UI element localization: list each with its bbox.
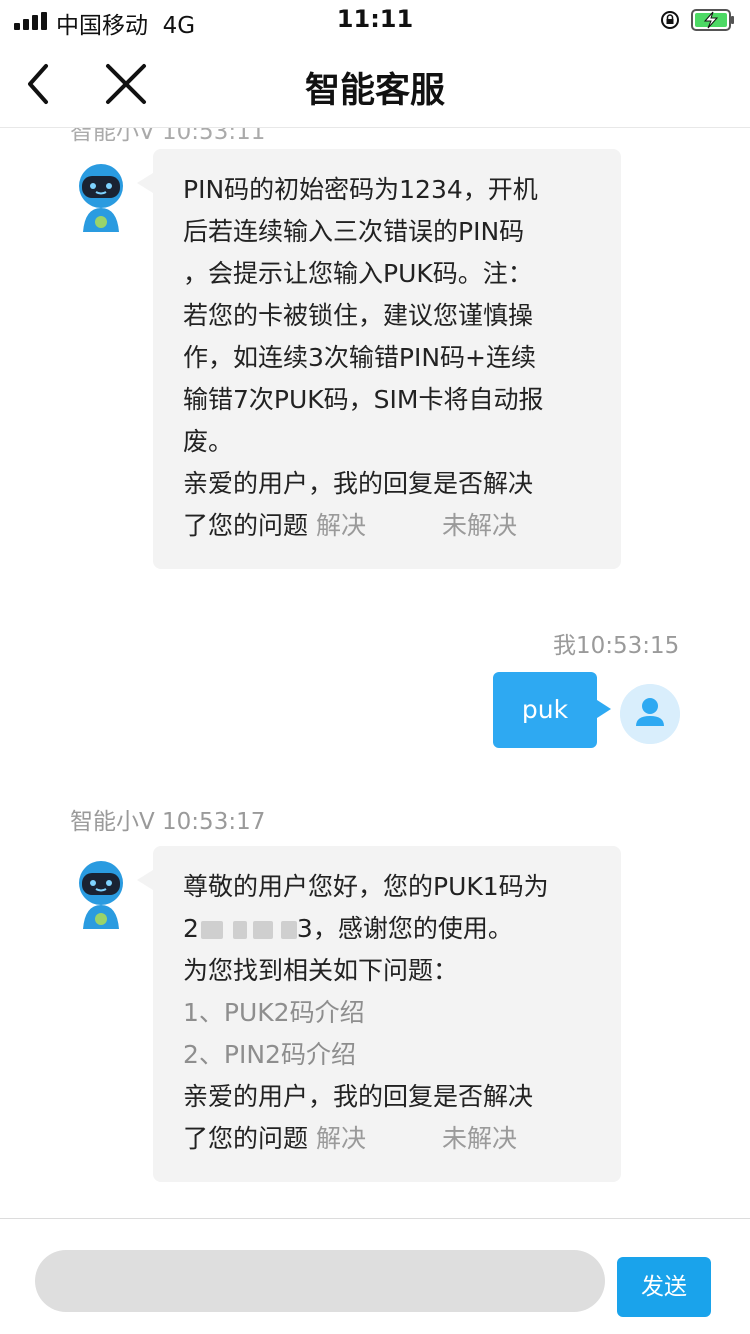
bot-message-line: 若您的卡被锁住，建议您谨慎操 (183, 301, 534, 330)
bot-message-line: 废。 (183, 427, 234, 456)
bot-message-line: 后若连续输入三次错误的PIN码 (183, 217, 525, 246)
user-message-bubble: puk (493, 672, 611, 748)
status-bar: 中国移动 4G 11:11 (0, 0, 750, 40)
bot-message-text: ，感谢您的使用。 (312, 914, 513, 943)
masked-digits (232, 921, 247, 939)
puk-code-end: 3 (296, 914, 313, 943)
bot-message-line: 尊敬的用户您好，您的PUK1码为 (183, 872, 549, 901)
solved-link[interactable]: 解决 (316, 1124, 366, 1153)
masked-digits (280, 921, 297, 939)
battery-icon (691, 9, 734, 31)
page-title: 智能客服 (304, 71, 445, 111)
nav-bar: 智能客服 (0, 40, 750, 128)
bot-message-line: ，会提示让您输入PUK码。注： (183, 259, 533, 288)
feedback-prompt-end: 了您的问题 (183, 511, 309, 540)
unsolved-link[interactable]: 未解决 (442, 511, 517, 540)
feedback-prompt-end: 了您的问题 (183, 1124, 309, 1153)
feedback-prompt: 亲爱的用户，我的回复是否解决 (183, 469, 534, 498)
unsolved-link[interactable]: 未解决 (442, 1124, 517, 1153)
message-meta: 智能小V 10:53:11 (70, 128, 266, 145)
input-bar: 发送 (0, 1218, 750, 1334)
bot-message-meta: 智能小V 10:53:17 (70, 809, 266, 835)
message-input[interactable] (35, 1250, 605, 1312)
masked-digits (200, 921, 223, 939)
bot-message-bubble: 尊敬的用户您好，您的PUK1码为 2 3，感谢您的使用。 为您找到相关如下问题： … (137, 846, 621, 1182)
related-question-link[interactable]: 2、PIN2码介绍 (183, 1034, 593, 1076)
clock: 11:11 (336, 5, 414, 33)
bot-avatar-icon (79, 164, 123, 232)
feedback-prompt: 亲爱的用户，我的回复是否解决 (183, 1082, 534, 1111)
bot-message-line: 作，如连续3次输错PIN码+连续 (183, 343, 537, 372)
chat-area[interactable]: 智能小V 10:53:11 PIN码的初始密码为1234，开机 后若连续输入三次… (0, 128, 750, 1218)
user-message-meta: 我10:53:15 (553, 633, 680, 659)
bot-message-bubble: PIN码的初始密码为1234，开机 后若连续输入三次错误的PIN码 ，会提示让您… (137, 149, 621, 569)
masked-digits (252, 921, 273, 939)
bot-message-line: 输错7次PUK码，SIM卡将自动报 (183, 385, 544, 414)
puk-code-start: 2 (183, 914, 199, 943)
bot-avatar-icon (79, 861, 123, 929)
puk-code-line: 2 3，感谢您的使用。 (183, 908, 593, 950)
rotation-lock-icon (661, 11, 679, 29)
solved-link[interactable]: 解决 (316, 511, 366, 540)
related-question-link[interactable]: 1、PUK2码介绍 (183, 992, 593, 1034)
bot-message-line: PIN码的初始密码为1234，开机 (183, 175, 538, 204)
send-button[interactable]: 发送 (617, 1257, 711, 1317)
bot-message-line: 为您找到相关如下问题： (183, 956, 459, 985)
chat-screen: 中国移动 4G 11:11 智能客服 智能小V 10:53:11 PIN码的初始… (0, 0, 750, 1334)
user-avatar-icon (620, 684, 680, 744)
feedback-row: 了您的问题 解决 未解决 (183, 505, 593, 547)
feedback-row: 了您的问题 解决 未解决 (183, 1118, 593, 1160)
